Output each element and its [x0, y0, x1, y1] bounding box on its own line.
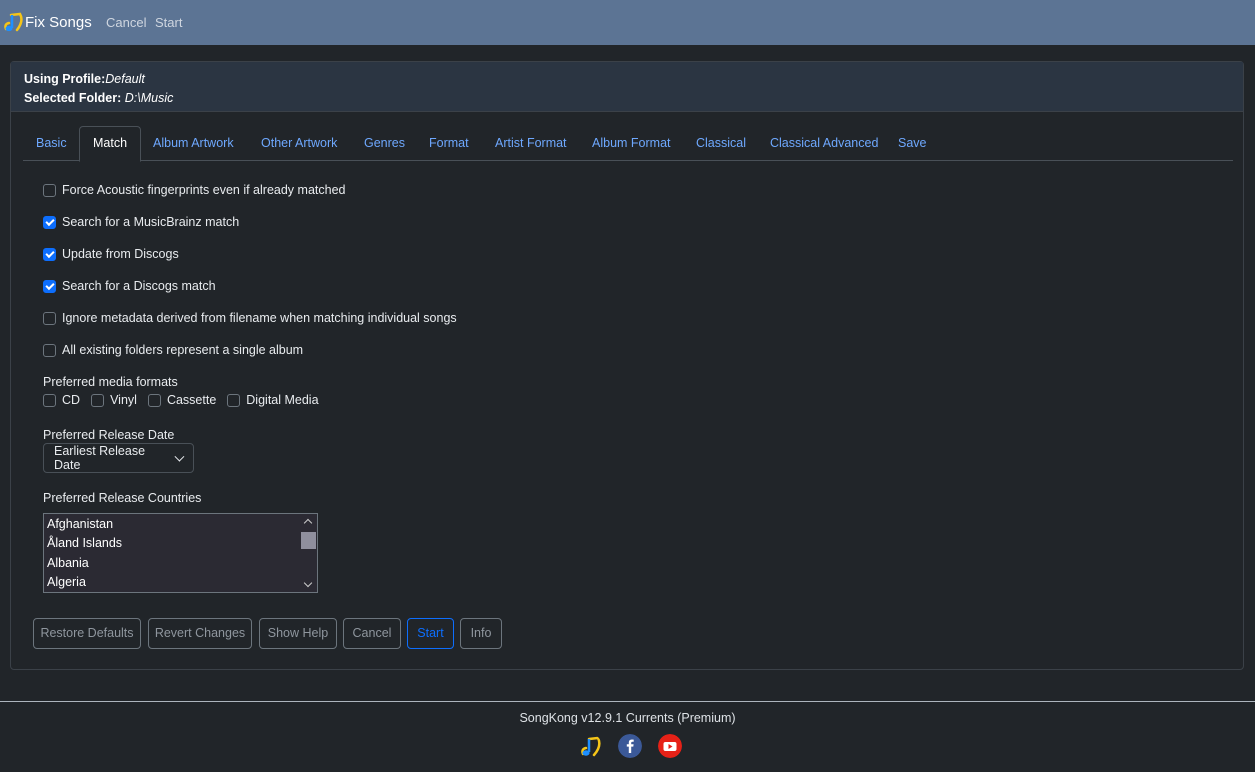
media-label: Vinyl [110, 393, 137, 407]
media-label: Digital Media [246, 393, 319, 407]
tab-format[interactable]: Format [416, 126, 482, 161]
folder-value: D:\Music [124, 91, 174, 105]
media-label: Cassette [166, 393, 217, 407]
media-cassette[interactable]: Cassette [147, 393, 217, 407]
show-help-button[interactable]: Show Help [259, 618, 337, 649]
release-countries-listbox[interactable]: Afghanistan Åland Islands Albania Algeri… [43, 513, 318, 593]
footer-version: SongKong v12.9.1 Currents (Premium) [519, 711, 736, 725]
option-label: Ignore metadata derived from filename wh… [62, 311, 457, 325]
footer-divider [0, 701, 1255, 702]
media-label: CD [62, 393, 81, 407]
revert-changes-button[interactable]: Revert Changes [148, 618, 252, 649]
tab-bar: Basic Match Album Artwork Other Artwork … [23, 126, 1233, 162]
chevron-down-icon [174, 451, 185, 461]
start-button[interactable]: Start [407, 618, 454, 649]
option-label: Force Acoustic fingerprints even if alre… [62, 183, 346, 197]
tab-album-artwork[interactable]: Album Artwork [140, 126, 247, 161]
nav-cancel-link[interactable]: Cancel [106, 15, 146, 30]
list-item[interactable]: Algeria [44, 573, 317, 592]
media-formats-group: CD Vinyl Cassette Digital Media [43, 393, 330, 407]
songkong-logo-icon[interactable] [578, 734, 602, 758]
checkbox[interactable] [43, 247, 56, 261]
tab-basic[interactable]: Basic [23, 126, 80, 161]
profile-value: Default [105, 72, 145, 86]
option-update-discogs[interactable]: Update from Discogs [43, 247, 179, 261]
checkbox[interactable] [147, 393, 161, 407]
folder-label: Selected Folder: [24, 91, 122, 105]
brand[interactable]: Fix Songs [2, 11, 92, 33]
top-navbar: Fix Songs Cancel Start [0, 0, 1255, 45]
option-label: Update from Discogs [62, 247, 179, 261]
release-date-select[interactable]: Earliest Release Date [43, 443, 194, 473]
facebook-icon[interactable] [618, 734, 642, 758]
app-title: Fix Songs [25, 13, 92, 31]
release-date-value: Earliest Release Date [54, 444, 146, 472]
checkbox[interactable] [43, 279, 56, 293]
tab-artist-format[interactable]: Artist Format [482, 126, 580, 161]
release-date-label: Preferred Release Date [43, 428, 175, 442]
scroll-up-arrow-icon[interactable] [303, 518, 313, 528]
tab-genres[interactable]: Genres [351, 126, 418, 161]
fix-songs-card: Using Profile:Default Selected Folder: D… [10, 61, 1244, 670]
songkong-logo-icon [4, 12, 23, 32]
scroll-thumb[interactable] [301, 532, 316, 549]
list-item[interactable]: Åland Islands [44, 534, 317, 553]
checkbox[interactable] [227, 393, 241, 407]
option-single-album[interactable]: All existing folders represent a single … [43, 343, 303, 357]
tab-save[interactable]: Save [885, 126, 940, 161]
release-countries-label: Preferred Release Countries [43, 491, 202, 505]
checkbox[interactable] [43, 393, 56, 407]
restore-defaults-button[interactable]: Restore Defaults [33, 618, 141, 649]
option-label: All existing folders represent a single … [62, 343, 304, 357]
option-label: Search for a MusicBrainz match [62, 215, 240, 229]
media-cd[interactable]: CD [43, 393, 80, 407]
list-item[interactable]: Afghanistan [44, 515, 317, 534]
media-formats-label: Preferred media formats [43, 375, 178, 389]
profile-line: Using Profile:Default [24, 70, 1230, 89]
folder-line: Selected Folder: D:\Music [24, 89, 1230, 108]
checkbox[interactable] [91, 393, 105, 407]
option-label: Search for a Discogs match [62, 279, 216, 293]
option-force-fingerprints[interactable]: Force Acoustic fingerprints even if alre… [43, 183, 345, 197]
list-item[interactable]: Albania [44, 554, 317, 573]
checkbox[interactable] [43, 215, 56, 229]
checkbox[interactable] [43, 343, 56, 357]
option-musicbrainz-match[interactable]: Search for a MusicBrainz match [43, 215, 239, 229]
option-ignore-filename-metadata[interactable]: Ignore metadata derived from filename wh… [43, 311, 457, 325]
youtube-icon[interactable] [658, 734, 682, 758]
cancel-button[interactable]: Cancel [343, 618, 401, 649]
tab-match[interactable]: Match [79, 126, 142, 162]
scroll-down-arrow-icon[interactable] [303, 578, 313, 588]
tab-classical-advanced[interactable]: Classical Advanced [757, 126, 891, 161]
option-discogs-match[interactable]: Search for a Discogs match [43, 279, 216, 293]
listbox-scrollbar[interactable] [300, 514, 317, 592]
tab-album-format[interactable]: Album Format [579, 126, 684, 161]
checkbox[interactable] [43, 311, 56, 325]
card-header: Using Profile:Default Selected Folder: D… [11, 62, 1243, 112]
media-vinyl[interactable]: Vinyl [91, 393, 137, 407]
checkbox[interactable] [43, 183, 56, 197]
tab-other-artwork[interactable]: Other Artwork [248, 126, 350, 161]
info-button[interactable]: Info [460, 618, 502, 649]
tab-classical[interactable]: Classical [683, 126, 759, 161]
profile-label: Using Profile: [24, 72, 106, 86]
media-digital[interactable]: Digital Media [227, 393, 319, 407]
nav-start-link[interactable]: Start [155, 15, 182, 30]
